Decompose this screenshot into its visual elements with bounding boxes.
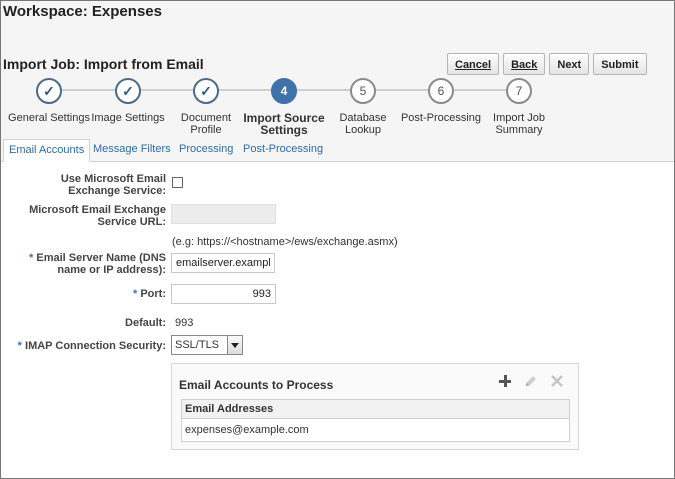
table-row[interactable]: expenses@example.com: [182, 419, 569, 441]
port-label: * Port:: [11, 288, 166, 300]
back-label: Back: [511, 59, 538, 71]
imap-security-value: SSL/TLS: [175, 339, 220, 351]
step-number: 6: [428, 78, 454, 104]
port-input[interactable]: [171, 284, 276, 304]
workspace-title: Workspace: Expenses: [3, 3, 162, 20]
server-name-label-text: Email Server Name (DNS name or IP addres…: [36, 252, 166, 276]
tab-processing[interactable]: Processing: [179, 143, 233, 155]
cancel-label: Cancel: [455, 59, 492, 71]
toolbar: Cancel Back Next Submit: [447, 53, 651, 75]
exchange-url-field[interactable]: [171, 204, 276, 224]
edit-icon[interactable]: [524, 374, 538, 388]
checkmark-icon: ✓: [36, 78, 62, 104]
train-step-label: Import Job Summary: [493, 112, 545, 136]
email-addresses-table: Email Addresses expenses@example.com: [181, 399, 570, 442]
panel-title: Email Accounts to Process: [179, 378, 334, 392]
exchange-url-hint: (e.g: https://<hostname>/ews/exchange.as…: [172, 236, 398, 248]
use-exchange-checkbox[interactable]: [172, 177, 183, 188]
chevron-down-icon[interactable]: [227, 336, 242, 354]
step-number: 7: [506, 78, 532, 104]
step-number: 5: [350, 78, 376, 104]
panel-toolbar: [486, 374, 564, 388]
next-label: Next: [557, 59, 582, 71]
tab-email-accounts[interactable]: Email Accounts: [3, 139, 91, 162]
email-accounts-panel: Email Accounts to Process Email Addresse…: [171, 363, 579, 450]
required-marker: *: [132, 288, 138, 300]
job-title: Import Job: Import from Email: [3, 56, 204, 72]
tab-bar: Email Accounts Message Filters Processin…: [1, 139, 674, 162]
required-marker: *: [17, 340, 22, 352]
tab-post-processing[interactable]: Post-Processing: [243, 143, 323, 155]
exchange-url-label: Microsoft Email Exchange Service URL:: [29, 204, 166, 228]
next-button[interactable]: Next: [549, 53, 590, 75]
default-value: 993: [175, 317, 194, 329]
back-button[interactable]: Back: [503, 53, 546, 75]
plus-icon[interactable]: [498, 374, 512, 388]
imap-security-select[interactable]: SSL/TLS: [171, 335, 243, 355]
server-name-input[interactable]: [171, 253, 275, 273]
imap-security-label-text: IMAP Connection Security:: [25, 340, 166, 352]
default-label: Default:: [125, 317, 166, 329]
server-name-label: * Email Server Name (DNS name or IP addr…: [11, 252, 166, 276]
imap-security-label: * IMAP Connection Security:: [11, 340, 166, 352]
submit-button[interactable]: Submit: [593, 53, 647, 75]
required-marker: *: [29, 252, 34, 264]
app-window: Workspace: Expenses Import Job: Import f…: [0, 0, 675, 479]
checkmark-icon: ✓: [115, 78, 141, 104]
checkmark-icon: ✓: [193, 78, 219, 104]
use-exchange-label: Use Microsoft Email Exchange Service:: [60, 173, 166, 197]
cancel-button[interactable]: Cancel: [447, 53, 500, 75]
train-step-7[interactable]: 7 Import Job Summary: [469, 78, 569, 136]
port-label-text: Port:: [140, 288, 166, 300]
submit-label: Submit: [601, 59, 639, 71]
step-number: 4: [271, 78, 297, 104]
delete-icon[interactable]: [550, 374, 564, 388]
column-header: Email Addresses: [182, 400, 569, 419]
tab-message-filters[interactable]: Message Filters: [93, 143, 171, 155]
